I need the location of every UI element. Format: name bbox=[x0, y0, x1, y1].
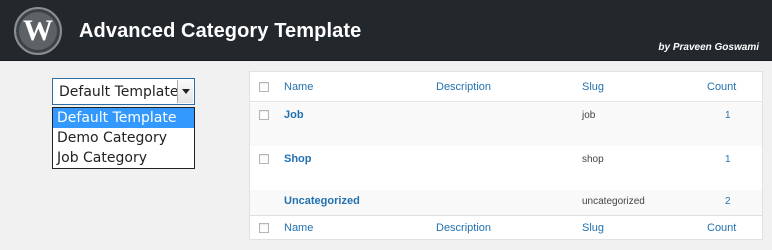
column-description-footer[interactable]: Description bbox=[436, 222, 491, 234]
author-byline: by Praveen Goswami bbox=[658, 42, 759, 53]
row-checkbox[interactable] bbox=[259, 154, 269, 164]
category-count-link[interactable]: 2 bbox=[725, 196, 731, 207]
option-demo-category[interactable]: Demo Category bbox=[53, 128, 194, 148]
select-all-checkbox[interactable] bbox=[259, 82, 269, 92]
option-job-category[interactable]: Job Category bbox=[53, 148, 194, 168]
table-row: Shop shop 1 bbox=[250, 146, 762, 190]
row-checkbox[interactable] bbox=[259, 110, 269, 120]
column-slug-footer[interactable]: Slug bbox=[582, 222, 604, 234]
template-select[interactable]: Default Template Default Template Demo C… bbox=[52, 78, 195, 169]
select-all-checkbox-footer[interactable] bbox=[259, 223, 269, 233]
option-default-template[interactable]: Default Template bbox=[53, 108, 194, 128]
template-dropdown-list: Default Template Demo Category Job Categ… bbox=[52, 107, 195, 169]
plugin-title: Advanced Category Template bbox=[79, 20, 362, 42]
table-footer-row: Name Description Slug Count bbox=[250, 215, 762, 240]
categories-table: Name Description Slug Count Job job 1 Sh… bbox=[249, 71, 763, 240]
column-description[interactable]: Description bbox=[436, 81, 491, 93]
column-count[interactable]: Count bbox=[707, 81, 736, 93]
category-slug: shop bbox=[582, 154, 604, 165]
column-slug[interactable]: Slug bbox=[582, 81, 604, 93]
dropdown-arrow-icon[interactable] bbox=[177, 80, 193, 103]
column-name-footer[interactable]: Name bbox=[284, 222, 313, 234]
category-count-link[interactable]: 1 bbox=[725, 110, 731, 121]
template-select-box[interactable]: Default Template bbox=[52, 78, 195, 105]
column-name[interactable]: Name bbox=[284, 81, 313, 93]
column-count-footer[interactable]: Count bbox=[707, 222, 736, 234]
table-row: Uncategorized uncategorized 2 bbox=[250, 190, 762, 215]
table-row: Job job 1 bbox=[250, 103, 762, 146]
category-slug: uncategorized bbox=[582, 196, 645, 207]
template-select-value: Default Template bbox=[59, 84, 179, 100]
header-bar: W Advanced Category Template by Praveen … bbox=[0, 0, 772, 61]
category-count-link[interactable]: 1 bbox=[725, 154, 731, 165]
category-name-link[interactable]: Job bbox=[284, 109, 304, 121]
category-name-link[interactable]: Uncategorized bbox=[284, 195, 360, 207]
wordpress-logo-icon: W bbox=[14, 7, 62, 55]
category-name-link[interactable]: Shop bbox=[284, 153, 312, 165]
table-header-row: Name Description Slug Count bbox=[250, 72, 762, 102]
category-slug: job bbox=[582, 110, 596, 121]
